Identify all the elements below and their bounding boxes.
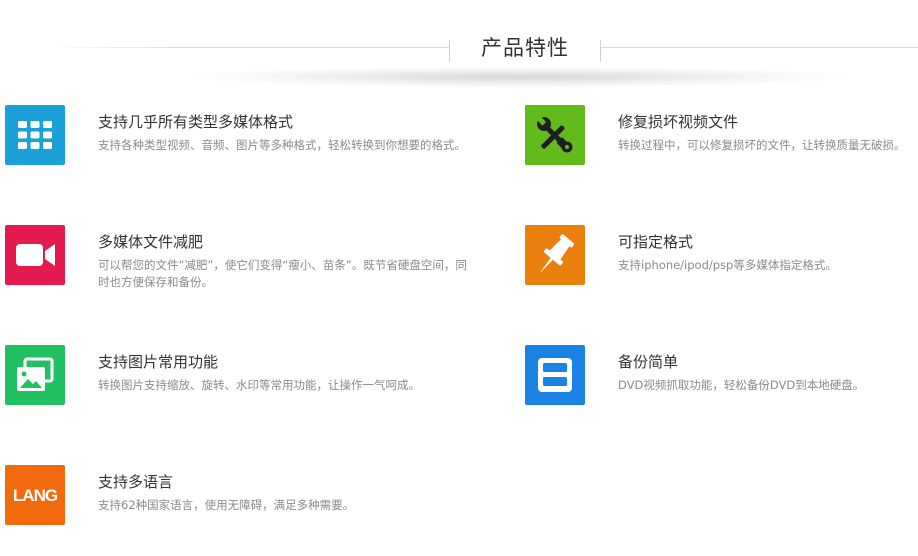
feature-title: 支持图片常用功能 <box>98 353 219 371</box>
feature-description: 支持62种国家语言，使用无障碍，满足多种需要。 <box>98 498 355 512</box>
grid-icon <box>18 121 52 149</box>
feature-title: 支持几乎所有类型多媒体格式 <box>98 113 294 131</box>
feature-item-specify-format: 可指定格式 支持iphone/ipod/psp等多媒体指定格式。 <box>525 225 918 287</box>
pictures-icon <box>17 357 54 391</box>
feature-icon-box <box>5 345 65 405</box>
feature-description: 转换过程中，可以修复损坏的文件，让转换质量无破损。 <box>618 138 906 152</box>
feature-description: 支持iphone/ipod/psp等多媒体指定格式。 <box>618 258 837 272</box>
header-tick-right <box>600 40 601 62</box>
feature-icon-box: LANG <box>5 465 65 525</box>
lang-icon: LANG <box>13 486 59 505</box>
feature-title: 可指定格式 <box>618 233 694 251</box>
feature-description: DVD视频抓取功能，轻松备份DVD到本地硬盘。 <box>618 378 865 392</box>
feature-item-compress: 多媒体文件减肥 可以帮您的文件“减肥”，使它们变得“瘦小、苗条”。既节省硬盘空间… <box>5 225 467 289</box>
feature-title: 支持多语言 <box>98 473 174 491</box>
lang-icon-text: LANG <box>13 486 58 505</box>
header-divider-left <box>45 47 450 48</box>
feature-description: 转换图片支持缩放、旋转、水印等常用功能，让操作一气呵成。 <box>98 378 420 392</box>
save-icon <box>538 358 572 392</box>
header-shadow <box>180 66 860 88</box>
section-title: 产品特性 <box>481 36 569 60</box>
feature-icon-box <box>5 105 65 165</box>
feature-description: 可以帮您的文件“减肥”，使它们变得“瘦小、苗条”。既节省硬盘空间，同时也方便保存… <box>98 258 467 289</box>
feature-item-backup: 备份简单 DVD视频抓取功能，轻松备份DVD到本地硬盘。 <box>525 345 918 407</box>
section-header: 产品特性 <box>0 0 918 100</box>
feature-icon-box <box>5 225 65 285</box>
feature-description: 支持各种类型视频、音频、图片等多种格式，轻松转换到你想要的格式。 <box>98 138 466 152</box>
feature-item-pictures: 支持图片常用功能 转换图片支持缩放、旋转、水印等常用功能，让操作一气呵成。 <box>5 345 420 407</box>
feature-item-languages: LANG 支持多语言 支持62种国家语言，使用无障碍，满足多种需要。 <box>5 465 405 527</box>
feature-item-repair: 修复损坏视频文件 转换过程中，可以修复损坏的文件，让转换质量无破损。 <box>525 105 918 167</box>
header-divider-right <box>601 47 918 48</box>
tools-icon <box>536 116 573 153</box>
feature-icon-box <box>525 225 585 285</box>
feature-icon-box <box>525 345 585 405</box>
feature-icon-box <box>525 105 585 165</box>
pushpin-icon <box>539 234 575 274</box>
feature-title: 多媒体文件减肥 <box>98 233 204 251</box>
feature-title: 修复损坏视频文件 <box>618 113 739 131</box>
feature-title: 备份简单 <box>618 353 679 371</box>
video-camera-icon <box>16 244 55 266</box>
feature-item-formats: 支持几乎所有类型多媒体格式 支持各种类型视频、音频、图片等多种格式，轻松转换到你… <box>5 105 466 167</box>
